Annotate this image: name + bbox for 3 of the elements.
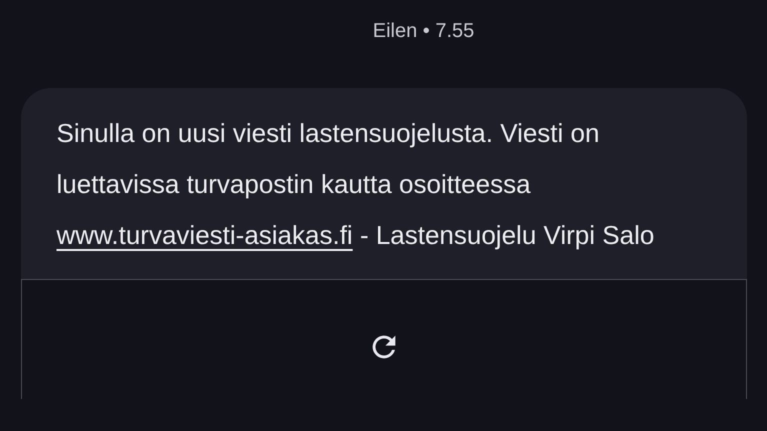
message-timestamp: Eilen • 7.55 [372, 20, 474, 44]
message-text: Sinulla on uusi viesti lastensuojelusta. Viesti on luettavissa turvapostin kautta osoitteessa www.turvaviesti-asiakas.fi - Lastensuojelu Virpi Salo [56, 117, 656, 252]
message-link[interactable]: www.turvaviesti-asiakas.fi [56, 220, 353, 250]
